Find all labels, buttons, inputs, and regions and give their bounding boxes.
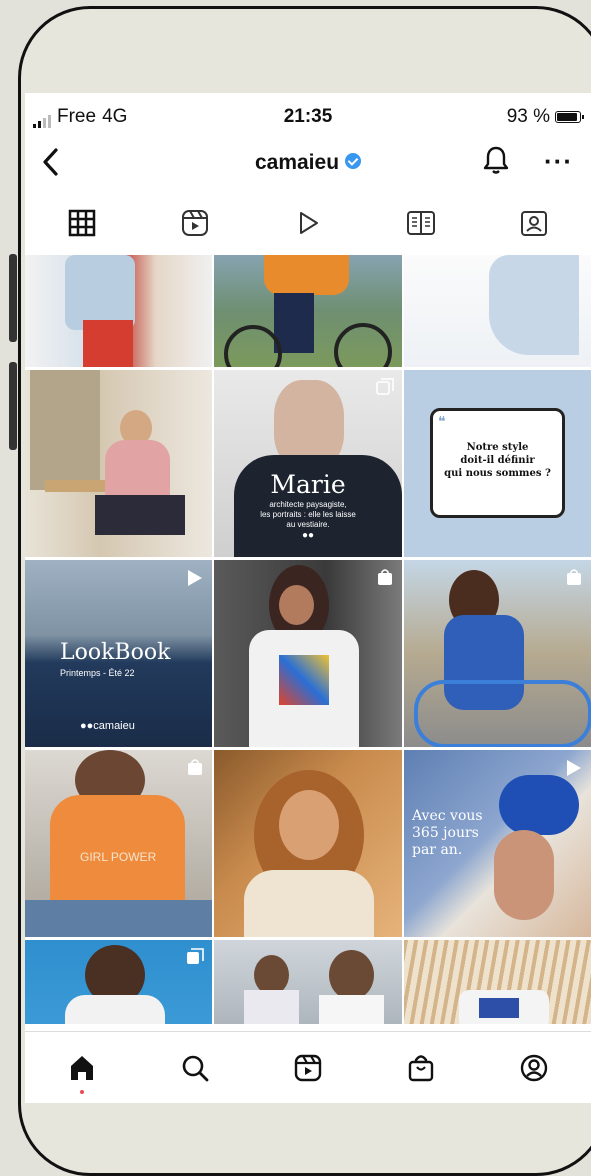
username: camaieu bbox=[254, 151, 340, 174]
screen: Free 4G 21:35 93 % camaieu ··· Marie arc… bbox=[25, 93, 591, 1103]
battery-percent: 93 % bbox=[506, 106, 550, 127]
post-marie[interactable]: Marie architecte paysagiste, les portrai… bbox=[214, 370, 402, 557]
post-caption: les portraits : elle les laisse bbox=[260, 510, 356, 519]
nav-profile[interactable] bbox=[478, 1032, 591, 1103]
profile-icon bbox=[521, 1054, 548, 1082]
quote-icon: ❝ bbox=[438, 413, 446, 429]
tagged-user-icon bbox=[521, 211, 548, 236]
post-thumbnail[interactable] bbox=[404, 255, 591, 367]
posts-grid: Marie architecte paysagiste, les portrai… bbox=[25, 255, 591, 1030]
grid-icon bbox=[68, 209, 95, 237]
post-thumbnail[interactable] bbox=[25, 255, 212, 367]
post-subtitle: Printemps - Été 22 bbox=[60, 668, 135, 678]
video-play-icon bbox=[563, 758, 583, 783]
post-thumbnail[interactable] bbox=[404, 940, 591, 1024]
nav-search[interactable] bbox=[138, 1032, 251, 1103]
bottom-navigation bbox=[25, 1031, 591, 1103]
guide-book-icon bbox=[407, 211, 436, 235]
post-thumbnail[interactable] bbox=[404, 560, 591, 747]
post-thumbnail[interactable] bbox=[214, 255, 402, 367]
quote-text: qui nous sommes ? bbox=[444, 468, 551, 479]
carousel-icon bbox=[376, 378, 394, 401]
home-icon bbox=[70, 1056, 93, 1080]
nav-shop[interactable] bbox=[365, 1032, 478, 1103]
post-thumbnail[interactable]: GIRL POWER bbox=[25, 750, 212, 937]
nav-reels[interactable] bbox=[251, 1032, 364, 1103]
volume-up-button bbox=[9, 254, 17, 342]
search-icon bbox=[182, 1055, 209, 1082]
post-title: Marie bbox=[270, 470, 346, 499]
profile-header: camaieu ··· bbox=[25, 137, 591, 193]
shopping-bag-icon bbox=[376, 568, 394, 591]
status-bar: Free 4G 21:35 93 % bbox=[25, 93, 591, 137]
post-text: Avec vous bbox=[412, 808, 483, 824]
quote-text: doit-il définir bbox=[460, 455, 535, 466]
shopping-bag-icon bbox=[186, 758, 204, 781]
tab-tagged[interactable] bbox=[478, 195, 591, 251]
notifications-button[interactable] bbox=[483, 145, 509, 180]
quote-text: Notre style bbox=[466, 442, 529, 453]
battery-icon bbox=[555, 111, 584, 123]
brand-logo: ●●camaieu bbox=[80, 720, 135, 732]
shop-bag-icon bbox=[409, 1055, 434, 1082]
carousel-icon bbox=[186, 948, 204, 971]
profile-tabs bbox=[25, 195, 591, 251]
reels-icon bbox=[181, 210, 208, 236]
post-avec-vous[interactable]: Avec vous 365 jours par an. bbox=[404, 750, 591, 937]
post-thumbnail[interactable] bbox=[25, 940, 212, 1024]
nav-home[interactable] bbox=[25, 1032, 138, 1103]
post-quote[interactable]: ❝ Notre style doit-il définir qui nous s… bbox=[404, 370, 591, 557]
tab-posts-grid[interactable] bbox=[25, 195, 138, 251]
video-play-icon bbox=[300, 212, 318, 234]
verified-badge-icon bbox=[345, 153, 362, 170]
post-thumbnail[interactable] bbox=[25, 370, 212, 557]
tshirt-print: GIRL POWER bbox=[80, 850, 157, 864]
post-thumbnail[interactable] bbox=[214, 560, 402, 747]
post-caption: architecte paysagiste, bbox=[269, 500, 347, 509]
volume-down-button bbox=[9, 362, 17, 450]
post-thumbnail[interactable] bbox=[214, 940, 402, 1024]
post-text: par an. bbox=[412, 842, 463, 858]
tab-guides[interactable] bbox=[365, 195, 478, 251]
reels-icon bbox=[294, 1054, 322, 1082]
more-options-button[interactable]: ··· bbox=[544, 146, 573, 177]
shopping-bag-icon bbox=[565, 568, 583, 591]
more-icon: ··· bbox=[544, 146, 573, 176]
post-title: LookBook bbox=[60, 640, 171, 665]
post-text: 365 jours bbox=[412, 825, 479, 841]
video-play-icon bbox=[184, 568, 204, 593]
post-thumbnail[interactable] bbox=[214, 750, 402, 937]
post-caption: au vestiaire. bbox=[286, 520, 330, 529]
carousel-dots: ●● bbox=[301, 530, 315, 541]
bell-icon bbox=[483, 146, 509, 174]
tab-reels[interactable] bbox=[138, 195, 251, 251]
tab-videos[interactable] bbox=[251, 195, 364, 251]
active-indicator bbox=[79, 1090, 84, 1094]
post-lookbook[interactable]: LookBook Printemps - Été 22 ●●camaieu bbox=[25, 560, 212, 747]
